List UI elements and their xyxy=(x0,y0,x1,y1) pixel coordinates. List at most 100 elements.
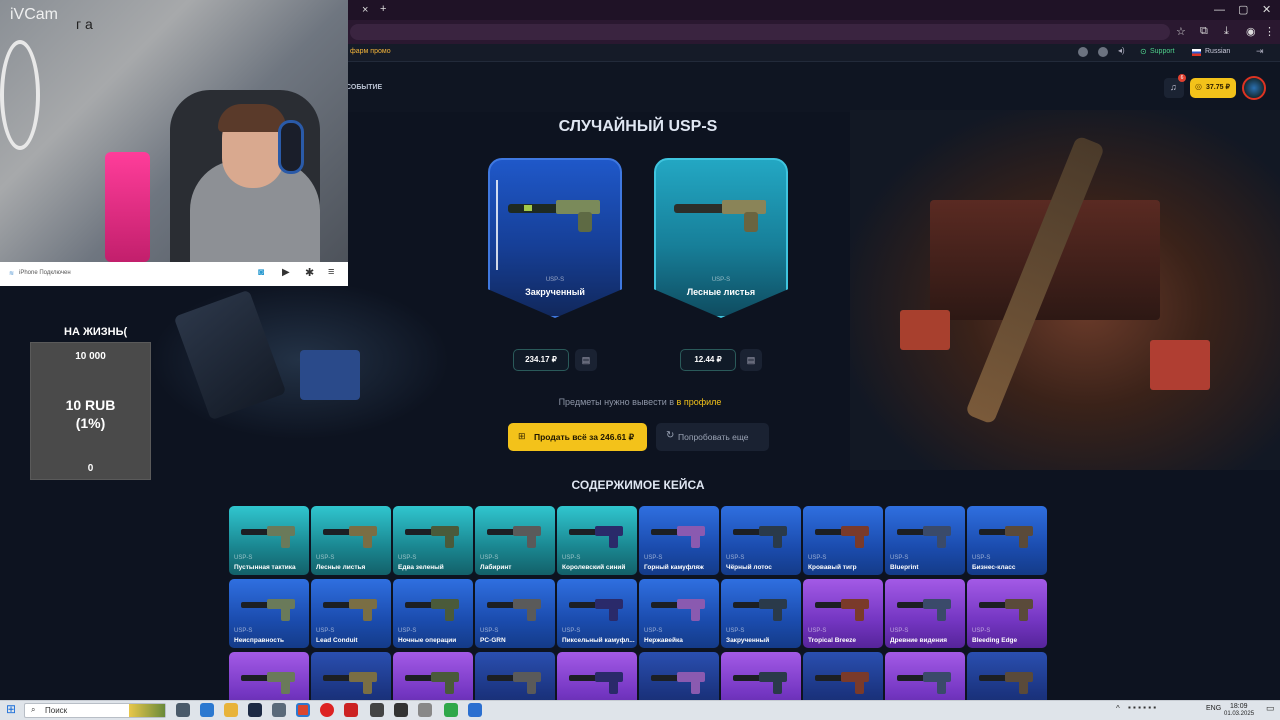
sell-item-button[interactable]: 12.44 ₽ xyxy=(680,349,736,371)
case-item[interactable] xyxy=(803,652,883,700)
item-info-icon[interactable]: ▤ xyxy=(740,349,762,371)
bookmark-star-icon[interactable]: ☆ xyxy=(1176,25,1186,38)
case-item[interactable]: USP-S Bleeding Edge xyxy=(967,579,1047,648)
avatar[interactable] xyxy=(1242,76,1266,100)
settings-icon[interactable]: ✱ xyxy=(305,266,314,279)
sell-all-button[interactable]: ⊞ Продать всё за 246.61 ₽ xyxy=(508,423,647,451)
new-tab-button[interactable]: + xyxy=(380,3,386,15)
case-item[interactable]: USP-S Кровавый тигр xyxy=(803,506,883,575)
case-item[interactable]: USP-S Королевский синий xyxy=(557,506,637,575)
chrome-icon[interactable] xyxy=(296,703,310,717)
case-item-skin: Lead Conduit xyxy=(316,637,358,644)
file-explorer-icon[interactable] xyxy=(224,703,238,717)
tab-close-button[interactable]: × xyxy=(362,4,368,16)
pistol-icon xyxy=(733,526,787,548)
case-item[interactable]: USP-S Закрученный xyxy=(721,579,801,648)
extensions-icon[interactable]: ⧉ xyxy=(1200,25,1208,38)
camera-icon[interactable]: ◙ xyxy=(258,267,264,278)
sell-item-button[interactable]: 234.17 ₽ xyxy=(513,349,569,371)
yandex-icon[interactable] xyxy=(320,703,334,717)
language-selector[interactable]: Russian xyxy=(1205,48,1230,55)
video-icon[interactable]: ▶ xyxy=(282,267,290,278)
donation-progress-box: 10 000 10 RUB (1%) 0 xyxy=(30,342,151,480)
clock-date[interactable]: 01.03.2025 xyxy=(1224,711,1254,717)
case-item[interactable]: USP-S Лесные листья xyxy=(311,506,391,575)
app-icon[interactable] xyxy=(394,703,408,717)
won-item-card[interactable]: USP-S Закрученный xyxy=(488,158,622,318)
case-item[interactable]: USP-S PC-GRN xyxy=(475,579,555,648)
input-language[interactable]: ENG xyxy=(1206,705,1221,712)
item-info-icon[interactable]: ▤ xyxy=(575,349,597,371)
edge-icon[interactable] xyxy=(200,703,214,717)
case-item-weapon: USP-S xyxy=(234,555,253,561)
case-item[interactable] xyxy=(639,652,719,700)
taskbar-search[interactable]: ⌕ Поиск xyxy=(24,703,166,718)
case-item[interactable]: USP-S Бизнес-класс xyxy=(967,506,1047,575)
case-item-weapon: USP-S xyxy=(972,628,991,634)
maximize-icon[interactable]: ▢ xyxy=(1238,3,1248,16)
start-icon[interactable]: ⊞ xyxy=(6,702,16,716)
case-item-weapon: USP-S xyxy=(972,555,991,561)
support-link[interactable]: Support xyxy=(1150,48,1175,55)
tray-icons[interactable]: ▪ ▪ ▪ ▪ ▪ ▪ xyxy=(1128,703,1156,712)
case-item[interactable]: USP-S Едва зеленый xyxy=(393,506,473,575)
sound-icon[interactable]: ◂) xyxy=(1118,46,1125,55)
close-window-icon[interactable]: ✕ xyxy=(1262,3,1271,16)
balance-button[interactable]: ◎ 37.75 ₽ xyxy=(1190,78,1236,98)
minimize-icon[interactable]: — xyxy=(1214,4,1225,16)
clock-time[interactable]: 18:09 xyxy=(1230,703,1248,710)
case-item[interactable]: USP-S Горный камуфляж xyxy=(639,506,719,575)
download-icon[interactable]: ⤓ xyxy=(1224,25,1229,38)
app-icon[interactable] xyxy=(272,703,286,717)
case-item[interactable]: USP-S Ночные операции xyxy=(393,579,473,648)
case-item[interactable] xyxy=(229,652,309,700)
case-item[interactable]: USP-S Пустынная тактика xyxy=(229,506,309,575)
app-icon[interactable] xyxy=(468,703,482,717)
case-item[interactable]: USP-S Лабиринт xyxy=(475,506,555,575)
profile-icon[interactable]: ◉ xyxy=(1246,25,1256,38)
case-item[interactable] xyxy=(885,652,965,700)
case-item[interactable] xyxy=(393,652,473,700)
case-item-skin: Лабиринт xyxy=(480,564,512,571)
menu-icon[interactable]: ≡ xyxy=(328,266,334,278)
address-bar[interactable] xyxy=(350,24,1170,40)
steam-icon[interactable] xyxy=(248,703,262,717)
settings-app-icon[interactable] xyxy=(370,703,384,717)
card-skin: Закрученный xyxy=(525,287,585,297)
notifications-button[interactable]: ♫ 6 xyxy=(1164,74,1186,98)
menu-icon[interactable]: ⋮ xyxy=(1264,25,1275,38)
won-item-card[interactable]: USP-S Лесные листья xyxy=(654,158,788,318)
case-item[interactable] xyxy=(721,652,801,700)
case-item[interactable]: USP-S Древние видения xyxy=(885,579,965,648)
tray-expand-icon[interactable]: ^ xyxy=(1116,704,1120,713)
case-item[interactable] xyxy=(557,652,637,700)
profile-link[interactable]: в профиле xyxy=(677,397,722,407)
app-icon[interactable] xyxy=(418,703,432,717)
case-item-skin: Blueprint xyxy=(890,564,919,571)
app-icon[interactable] xyxy=(444,703,458,717)
nav-event[interactable]: СОБЫТИЕ xyxy=(346,84,382,91)
case-item[interactable]: USP-S Пиксельный камуфл... xyxy=(557,579,637,648)
case-item[interactable] xyxy=(475,652,555,700)
case-item-skin: Пиксельный камуфл... xyxy=(562,637,635,644)
case-item-weapon: USP-S xyxy=(644,555,663,561)
task-view-icon[interactable] xyxy=(176,703,190,717)
case-item[interactable]: USP-S Неисправность xyxy=(229,579,309,648)
case-item[interactable]: USP-S Нержавейка xyxy=(639,579,719,648)
promo-link[interactable]: фарм промо xyxy=(350,48,391,55)
coin-icon: ◎ xyxy=(1195,82,1202,91)
case-item[interactable]: USP-S Blueprint xyxy=(885,506,965,575)
case-item[interactable]: USP-S Чёрный лотос xyxy=(721,506,801,575)
notification-center-icon[interactable]: ▭ xyxy=(1266,703,1275,714)
case-item[interactable]: USP-S Lead Conduit xyxy=(311,579,391,648)
vk-icon[interactable] xyxy=(1078,47,1088,57)
try-again-button[interactable]: ↻ Попробовать еще xyxy=(656,423,769,451)
obs-icon[interactable] xyxy=(344,703,358,717)
case-item[interactable] xyxy=(311,652,391,700)
telegram-icon[interactable] xyxy=(1098,47,1108,57)
case-item[interactable]: USP-S Tropical Breeze xyxy=(803,579,883,648)
pistol-icon xyxy=(651,672,705,694)
logout-icon[interactable]: ⇥ xyxy=(1256,46,1264,57)
case-item-weapon: USP-S xyxy=(890,628,909,634)
case-item[interactable] xyxy=(967,652,1047,700)
